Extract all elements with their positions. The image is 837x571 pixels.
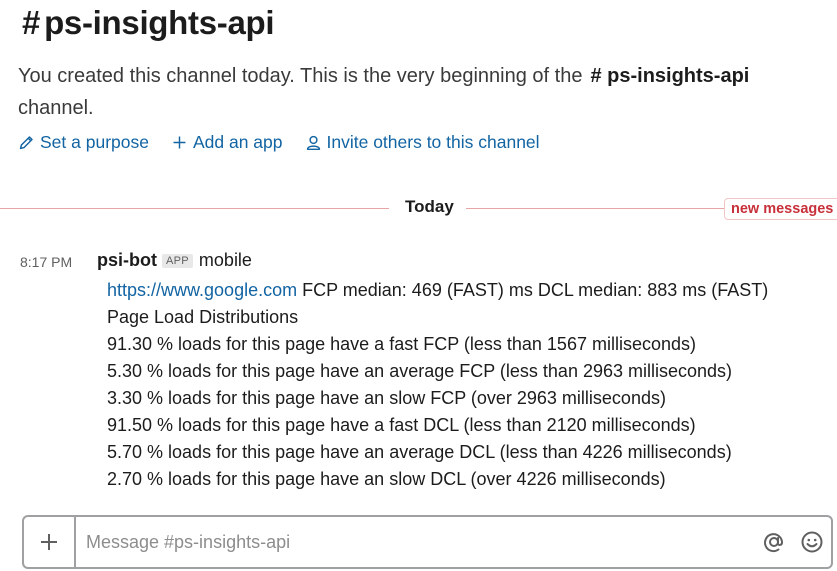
message-line: 5.70 % loads for this page have an avera…: [107, 442, 732, 462]
intro-channel-link[interactable]: # ps-insights-api: [590, 65, 749, 87]
divider-line-left: [0, 208, 389, 209]
message-header: psi-bot APP mobile: [97, 250, 252, 271]
channel-actions: Set a purpose Add an app Invite others t…: [18, 132, 540, 153]
message-sender[interactable]: psi-bot: [97, 250, 157, 271]
message-line: 2.70 % loads for this page have an slow …: [107, 469, 666, 489]
invite-others-label: Invite others to this channel: [326, 132, 540, 152]
add-app-button[interactable]: Add an app: [171, 132, 283, 153]
emoji-button[interactable]: [793, 518, 831, 566]
message-line: Page Load Distributions: [107, 307, 299, 327]
message-link[interactable]: https://www.google.com: [107, 280, 297, 300]
app-badge: APP: [162, 253, 193, 268]
intro-text: You created this channel today. This is …: [18, 65, 583, 87]
message-line: https://www.google.com FCP median: 469 (…: [107, 277, 827, 304]
plus-icon: [173, 136, 186, 149]
mention-button[interactable]: [755, 518, 793, 566]
intro-text-end: channel.: [18, 97, 94, 119]
add-app-label: Add an app: [192, 132, 283, 152]
message-line: 91.50 % loads for this page have a fast …: [107, 415, 696, 435]
channel-title: # ps-insights-api: [22, 4, 275, 42]
at-sign-icon: [764, 533, 784, 553]
message-timestamp[interactable]: 8:17 PM: [20, 254, 72, 270]
set-purpose-button[interactable]: Set a purpose: [18, 132, 149, 153]
channel-hash: #: [22, 4, 41, 41]
channel-intro: You created this channel today. This is …: [18, 60, 818, 124]
divider-line-right: [466, 208, 724, 209]
pencil-icon: [19, 136, 33, 150]
message-body: https://www.google.com FCP median: 469 (…: [107, 277, 827, 493]
plus-icon: [41, 534, 57, 550]
set-purpose-label: Set a purpose: [40, 132, 149, 152]
date-divider-label: Today: [405, 197, 454, 216]
message-line: 5.30 % loads for this page have an avera…: [107, 361, 733, 381]
message-link-suffix: FCP median: 469 (FAST) ms DCL median: 88…: [297, 280, 769, 300]
invite-others-button[interactable]: Invite others to this channel: [305, 132, 540, 153]
message-line: 91.30 % loads for this page have a fast …: [107, 334, 696, 354]
message-platform: mobile: [198, 250, 252, 270]
smiley-icon: [801, 531, 823, 553]
channel-name: ps-insights-api: [44, 4, 275, 41]
person-icon: [306, 135, 320, 151]
message-composer: [22, 515, 833, 569]
message-input[interactable]: [76, 518, 755, 566]
message-line: 3.30 % loads for this page have an slow …: [107, 388, 666, 408]
attach-button[interactable]: [24, 517, 76, 567]
new-messages-badge[interactable]: new messages: [724, 198, 837, 220]
